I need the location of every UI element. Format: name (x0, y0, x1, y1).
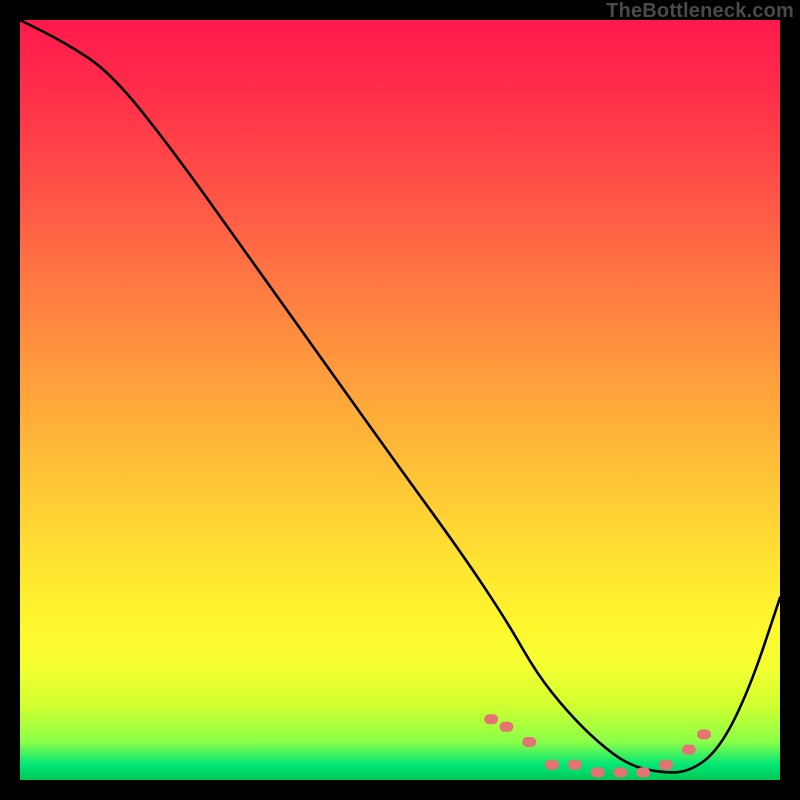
highlight-dot (499, 722, 513, 732)
chart-svg (20, 20, 780, 780)
highlight-dot (522, 737, 536, 747)
highlight-dot (682, 745, 696, 755)
highlight-dot (484, 714, 498, 724)
highlight-dot (568, 760, 582, 770)
bottleneck-curve (20, 20, 780, 772)
highlight-dot (636, 767, 650, 777)
highlight-dot (545, 760, 559, 770)
highlight-dot (697, 729, 711, 739)
highlight-dot (613, 767, 627, 777)
highlight-dot (591, 767, 605, 777)
highlight-dot (659, 760, 673, 770)
plot-area (20, 20, 780, 780)
highlight-dots (484, 714, 711, 777)
chart-frame: TheBottleneck.com (0, 0, 800, 800)
